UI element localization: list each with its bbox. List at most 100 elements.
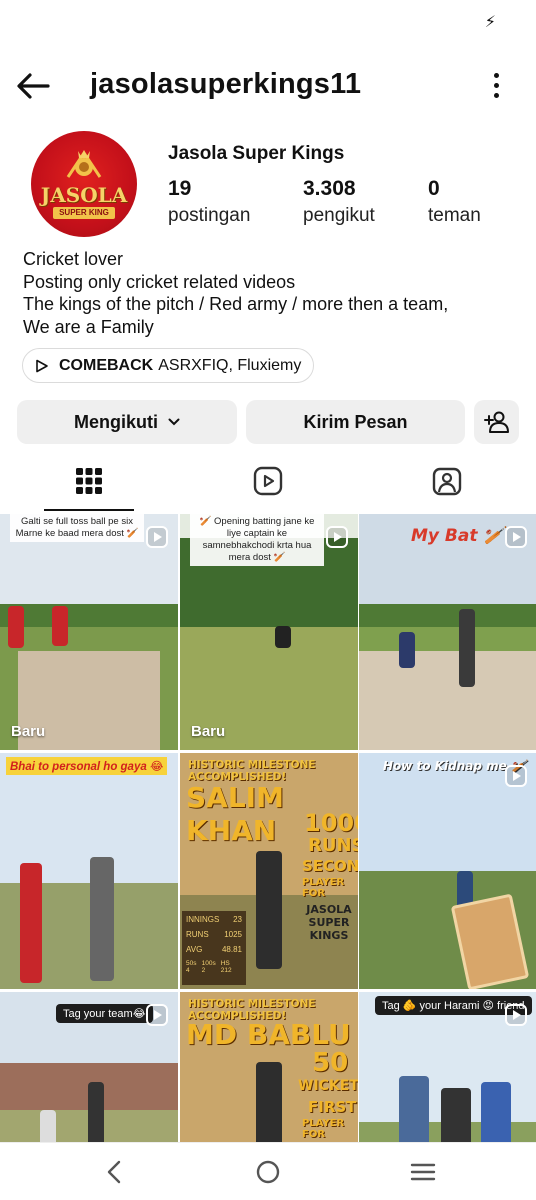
- post-tile[interactable]: Tag 🫵 your Harami 😡 friend: [359, 992, 536, 1142]
- top-bar: jasolasuperkings11: [0, 60, 536, 110]
- stat-label: 50s 4: [186, 960, 197, 974]
- milestone-name: MD BABLU: [186, 1018, 351, 1051]
- recents-nav-icon[interactable]: [408, 1157, 438, 1187]
- profile-bio: Cricket lover Posting only cricket relat…: [23, 248, 523, 338]
- reel-icon: [505, 1004, 527, 1026]
- arrow-left-icon[interactable]: [14, 66, 54, 106]
- chevron-down-icon: [168, 418, 180, 426]
- active-tab-indicator: [44, 509, 134, 511]
- add-person-icon: [483, 411, 509, 433]
- back-nav-icon[interactable]: [100, 1157, 130, 1187]
- milestone-big2: WICKETS: [298, 1078, 358, 1094]
- music-artists: ASRXFIQ, Fluxiemy: [158, 356, 302, 374]
- reel-icon: [505, 526, 527, 548]
- post-overlay-text: Tag your team😂: [56, 1004, 153, 1023]
- avatar-logo-text: JASOLA: [40, 183, 128, 207]
- milestone-sub: PLAYER FOR: [302, 1118, 345, 1140]
- stat-label: HS 212: [220, 960, 232, 974]
- avatar-logo-sub: SUPER KING: [53, 207, 115, 219]
- stat-label: RUNS: [186, 930, 209, 939]
- milestone-sub: PLAYER FOR: [302, 877, 345, 899]
- player-figure: [20, 863, 42, 983]
- following-button[interactable]: Mengikuti: [17, 400, 237, 444]
- friends-stat[interactable]: 0 teman: [428, 177, 481, 227]
- player-figure: [441, 1088, 471, 1142]
- system-nav-bar: [0, 1142, 536, 1200]
- posts-count: 19: [168, 177, 192, 200]
- profile-username: jasolasuperkings11: [90, 68, 362, 100]
- player-figure: [459, 609, 475, 687]
- player-figure: [8, 606, 24, 648]
- bolt-icon: ⚡: [484, 14, 496, 31]
- bio-line: We are a Family: [23, 316, 154, 337]
- milestone-stats: INNINGS 23 RUNS 1025 AVG 48.81 50s 4 100s 2 H…: [182, 911, 246, 985]
- music-title: COMEBACK: [59, 356, 154, 374]
- post-caption: Galti se full toss ball pe six Marne ke …: [10, 514, 144, 542]
- friends-count: 0: [428, 177, 440, 200]
- profile-tabs: [0, 450, 536, 512]
- reel-icon: [146, 1004, 168, 1026]
- message-button[interactable]: Kirim Pesan: [246, 400, 465, 444]
- player-figure: [275, 626, 291, 648]
- player-figure: [40, 1110, 56, 1142]
- tagged-icon: [432, 467, 462, 496]
- message-label: Kirim Pesan: [303, 411, 408, 432]
- friends-label: teman: [428, 205, 481, 226]
- play-icon: [36, 359, 48, 372]
- bio-line: The kings of the pitch / Red army / more…: [23, 294, 449, 314]
- stat-value: 23: [233, 915, 242, 924]
- post-tile[interactable]: My Bat 🏏: [359, 514, 536, 750]
- post-tile[interactable]: Galti se full toss ball pe six Marne ke …: [0, 514, 178, 750]
- player-figure: [256, 1062, 282, 1142]
- post-caption: 🏏 Opening batting jane ke liye captain k…: [190, 514, 324, 566]
- posts-grid: Galti se full toss ball pe six Marne ke …: [0, 514, 536, 1142]
- tab-reels[interactable]: [179, 450, 357, 512]
- player-figure: [481, 1082, 511, 1142]
- stat-value: 48.81: [221, 945, 242, 954]
- reel-icon: [146, 526, 168, 548]
- more-vertical-icon[interactable]: [486, 68, 506, 102]
- reel-icon: [326, 526, 348, 548]
- milestone-headline: HISTORIC MILESTONE ACCOMPLISHED!: [188, 759, 316, 783]
- post-tile[interactable]: HISTORIC MILESTONE ACCOMPLISHED! MD BABL…: [180, 992, 358, 1142]
- post-tile[interactable]: Bhai to personal ho gaya 😂: [0, 753, 178, 989]
- post-tile[interactable]: 🏏 Opening batting jane ke liye captain k…: [180, 514, 358, 750]
- followers-count: 3.308: [303, 177, 356, 200]
- post-tile[interactable]: Tag your team😂: [0, 992, 178, 1142]
- bio-line: Cricket lover: [23, 249, 124, 269]
- milestone-big3: FIRST: [308, 1098, 357, 1116]
- stat-label: INNINGS: [186, 915, 220, 924]
- posts-stat[interactable]: 19 postingan: [168, 177, 250, 227]
- player-figure: [399, 1076, 429, 1142]
- tab-posts[interactable]: [0, 450, 178, 512]
- status-bar: ⚡: [0, 0, 536, 44]
- milestone-big2: RUNS: [308, 835, 358, 856]
- new-label: Baru: [11, 723, 46, 740]
- avatar[interactable]: JASOLA SUPER KING: [31, 131, 137, 237]
- milestone-big: 50: [312, 1048, 349, 1078]
- player-figure: [88, 1082, 104, 1142]
- player-figure: [90, 857, 114, 981]
- post-overlay-text: Bhai to personal ho gaya 😂: [6, 757, 168, 775]
- reels-icon: [253, 466, 283, 496]
- music-pill[interactable]: COMEBACK ASRXFIQ, Fluxiemy: [22, 348, 315, 383]
- stat-label: 100s 2: [201, 960, 216, 974]
- milestone-team: JASOLA SUPER KINGS: [306, 903, 352, 942]
- post-tile[interactable]: How to Kidnap me 🏏: [359, 753, 536, 989]
- following-label: Mengikuti: [74, 411, 158, 432]
- player-figure: [256, 851, 282, 969]
- milestone-big: 1000: [304, 809, 358, 837]
- new-label: Baru: [191, 723, 226, 740]
- followers-stat[interactable]: 3.308 pengikut: [303, 177, 375, 227]
- profile-full-name: Jasola Super Kings: [168, 143, 345, 164]
- post-overlay-text: My Bat 🏏: [411, 526, 505, 546]
- stat-value: 1025: [224, 930, 242, 939]
- reel-icon: [505, 765, 527, 787]
- post-tile[interactable]: HISTORIC MILESTONE ACCOMPLISHED! SALIM K…: [180, 753, 358, 989]
- stat-label: AVG: [186, 945, 203, 954]
- tab-tagged[interactable]: [358, 450, 536, 512]
- home-nav-icon[interactable]: [253, 1157, 283, 1187]
- posts-label: postingan: [168, 205, 251, 226]
- milestone-big3: SECOND: [302, 857, 358, 875]
- suggest-users-button[interactable]: [474, 400, 519, 444]
